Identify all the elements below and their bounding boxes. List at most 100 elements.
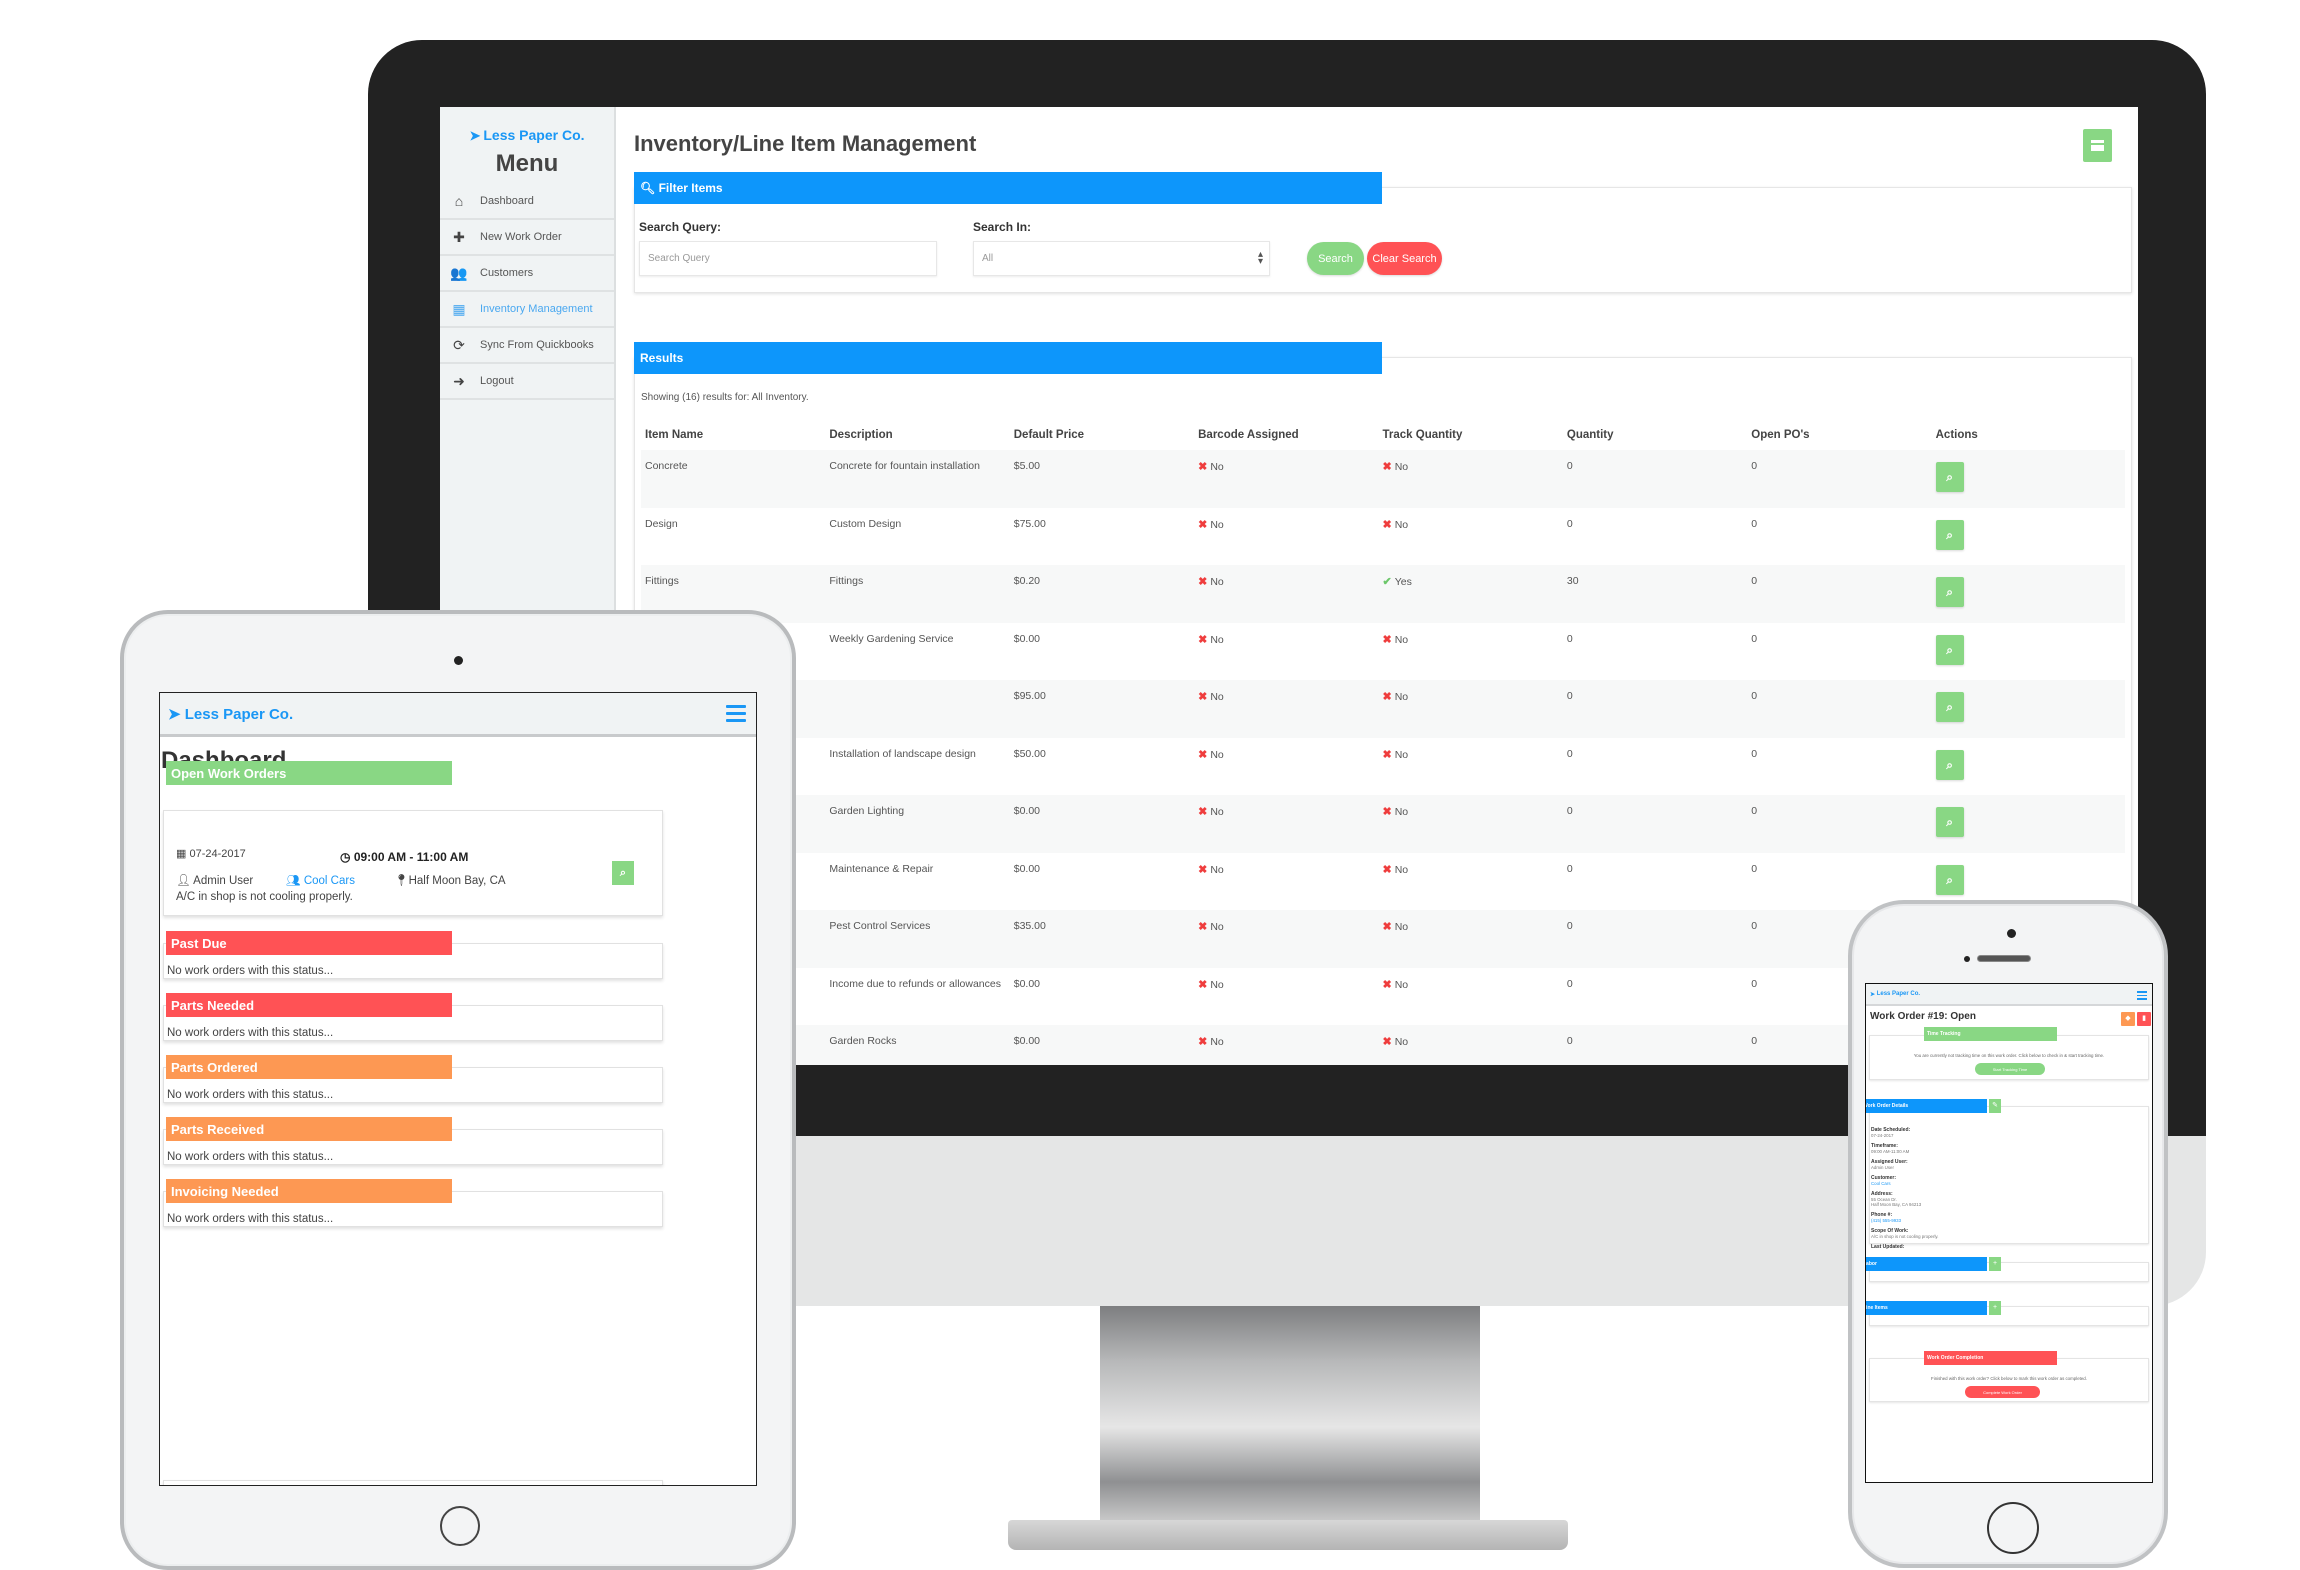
search-in-select[interactable]: All ▴ ▾ [973, 241, 1270, 276]
x-icon: ✖ [1198, 633, 1208, 646]
delete-button[interactable]: ▮ [2137, 1012, 2151, 1026]
calendar-icon: ▦ [176, 848, 187, 860]
search-query-placeholder: Search Query [648, 253, 710, 264]
phone-sensor [1964, 956, 1970, 962]
brand-logo[interactable]: ➤ Less Paper Co. [440, 107, 614, 144]
price-cell: $5.00 [1009, 450, 1195, 508]
x-icon: ✖ [1382, 806, 1392, 818]
x-icon: ✖ [1382, 461, 1392, 473]
add-labor-button[interactable]: + [1989, 1257, 2001, 1271]
barcode-cell: ✖ No [1194, 910, 1379, 968]
tablet-screen: ➤ Less Paper Co. Dashboard ▦ 07-24-2017 … [159, 692, 757, 1486]
price-cell: $0.20 [1009, 565, 1195, 623]
sidebar-item-inventory-management[interactable]: ▦ Inventory Management [440, 292, 614, 328]
magnifier-icon: ⌕ [619, 867, 627, 879]
table-row: Fittings Fittings $0.20 ✖ No ✔ Yes 30 0 ⌕ [641, 565, 2125, 623]
complete-work-order-button[interactable]: Complete Work Order [1965, 1386, 2040, 1398]
x-icon: ✖ [1382, 978, 1392, 991]
tag-icon: ◆ [2125, 1015, 2131, 1022]
view-item-button[interactable]: ⌕ [1935, 462, 1964, 492]
detail-value[interactable]: (415) 555-9933 [1871, 1218, 1939, 1223]
location-text: Half Moon Bay, CA [408, 875, 506, 887]
phone-home-button[interactable] [1987, 1502, 2039, 1554]
description-cell: Fittings [825, 565, 1010, 623]
column-header[interactable]: Description [825, 420, 1009, 450]
x-icon: ✖ [1198, 461, 1208, 473]
sidebar-item-label: Logout [480, 375, 514, 387]
x-icon: ✖ [1198, 863, 1208, 876]
view-item-button[interactable]: ⌕ [1935, 807, 1964, 837]
start-tracking-button[interactable]: Start Tracking Time [1975, 1063, 2045, 1075]
x-icon: ✖ [1198, 576, 1208, 588]
track-value: No [1394, 461, 1409, 473]
phone-speaker [1977, 955, 2031, 962]
barcode-cell: ✖ No [1194, 1025, 1379, 1065]
status-empty-text: No work orders with this status... [167, 965, 334, 977]
view-work-order-button[interactable]: ⌕ [612, 861, 634, 885]
edit-details-button[interactable]: ✎ [1989, 1099, 2001, 1113]
track-cell: ✖ No [1379, 738, 1563, 796]
view-item-button[interactable]: ⌕ [1935, 749, 1964, 780]
sidebar-item-dashboard[interactable]: ⌂ Dashboard [440, 184, 614, 220]
add-line-item-button[interactable]: + [1989, 1301, 2001, 1315]
work-order-user: 👤︎ Admin User [176, 873, 253, 887]
detail-value-line2: Half Moon Bay, CA 94213 [1871, 1202, 1922, 1207]
column-header[interactable]: Item Name [641, 420, 825, 450]
detail-field: Date Scheduled: 07-24-2017 [1871, 1127, 1939, 1138]
open-pos-cell: 0 [1747, 680, 1932, 738]
checkmark-icon: ✔ [1382, 576, 1392, 588]
search-button[interactable]: Search [1307, 242, 1364, 275]
column-header[interactable]: Quantity [1563, 420, 1747, 450]
sidebar-item-logout[interactable]: ➜ Logout [440, 364, 614, 400]
tablet-brand[interactable]: ➤ Less Paper Co. [168, 705, 293, 723]
x-icon: ✖ [1198, 1036, 1208, 1048]
work-order-customer-link[interactable]: 👥︎ Cool Cars [286, 873, 355, 887]
track-cell: ✖ No [1379, 508, 1563, 566]
magnifier-icon: ⌕ [1946, 757, 1953, 772]
track-cell: ✖ No [1378, 680, 1563, 738]
archive-button[interactable] [2083, 129, 2112, 162]
clear-search-button[interactable]: Clear Search [1367, 242, 1442, 275]
clock-icon: ◷ [340, 850, 351, 864]
filter-heading: Filter Items [658, 181, 723, 195]
tag-button[interactable]: ◆ [2121, 1012, 2135, 1026]
view-item-button[interactable]: ⌕ [1935, 864, 1964, 895]
detail-value: A/C in shop is not cooling properly. [1871, 1234, 1939, 1239]
view-item-button[interactable]: ⌕ [1935, 519, 1964, 550]
customer-text: Cool Cars [303, 875, 355, 887]
search-query-input[interactable]: Search Query [639, 241, 937, 276]
track-cell: ✖ No [1379, 968, 1563, 1026]
column-header[interactable]: Track Quantity [1379, 420, 1563, 450]
paper-plane-icon: ➤ [168, 705, 181, 723]
sidebar-item-customers[interactable]: 👥 Customers [440, 256, 614, 292]
search-icon: 🔍︎ [640, 181, 656, 195]
sidebar-item-new-work-order[interactable]: ✚ New Work Order [440, 220, 614, 256]
actions-cell: ⌕ [1931, 795, 2125, 853]
track-value: No [1394, 806, 1409, 818]
detail-field: Customer: Cool Cars [1871, 1175, 1939, 1186]
barcode-value: No [1210, 461, 1224, 473]
status-header: Parts Ordered [166, 1055, 452, 1079]
tablet-home-button[interactable] [440, 1506, 480, 1546]
details-fields: Date Scheduled: 07-24-2017 Timeframe: 09:00… [1871, 1127, 1939, 1255]
menu-title: Menu [495, 150, 559, 177]
column-header[interactable]: Open PO's [1747, 420, 1931, 450]
sidebar-item-sync-from-quickbooks[interactable]: ⟳ Sync From Quickbooks [440, 328, 614, 364]
hamburger-menu-icon[interactable] [726, 705, 746, 726]
phone-brand[interactable]: Less Paper Co. [1877, 991, 1920, 997]
barcode-cell: ✖ No [1194, 508, 1378, 566]
column-header[interactable]: Barcode Assigned [1194, 420, 1378, 450]
open-pos-cell: 0 [1751, 747, 1758, 760]
detail-value[interactable]: Cool Cars [1871, 1181, 1939, 1186]
hamburger-menu-icon[interactable] [2137, 991, 2147, 1002]
status-header: Past Due [166, 931, 452, 955]
view-item-button[interactable]: ⌕ [1935, 634, 1964, 665]
view-item-button[interactable]: ⌕ [1935, 577, 1964, 607]
column-header[interactable]: Default Price [1010, 420, 1194, 450]
view-item-button[interactable]: ⌕ [1935, 692, 1964, 722]
quantity-cell: 0 [1562, 450, 1748, 508]
column-header[interactable]: Actions [1932, 420, 2125, 450]
detail-field: Phone #: (415) 555-9933 [1871, 1212, 1939, 1223]
quantity-cell: 0 [1562, 910, 1748, 968]
monitor-stand-base [1008, 1520, 1568, 1550]
